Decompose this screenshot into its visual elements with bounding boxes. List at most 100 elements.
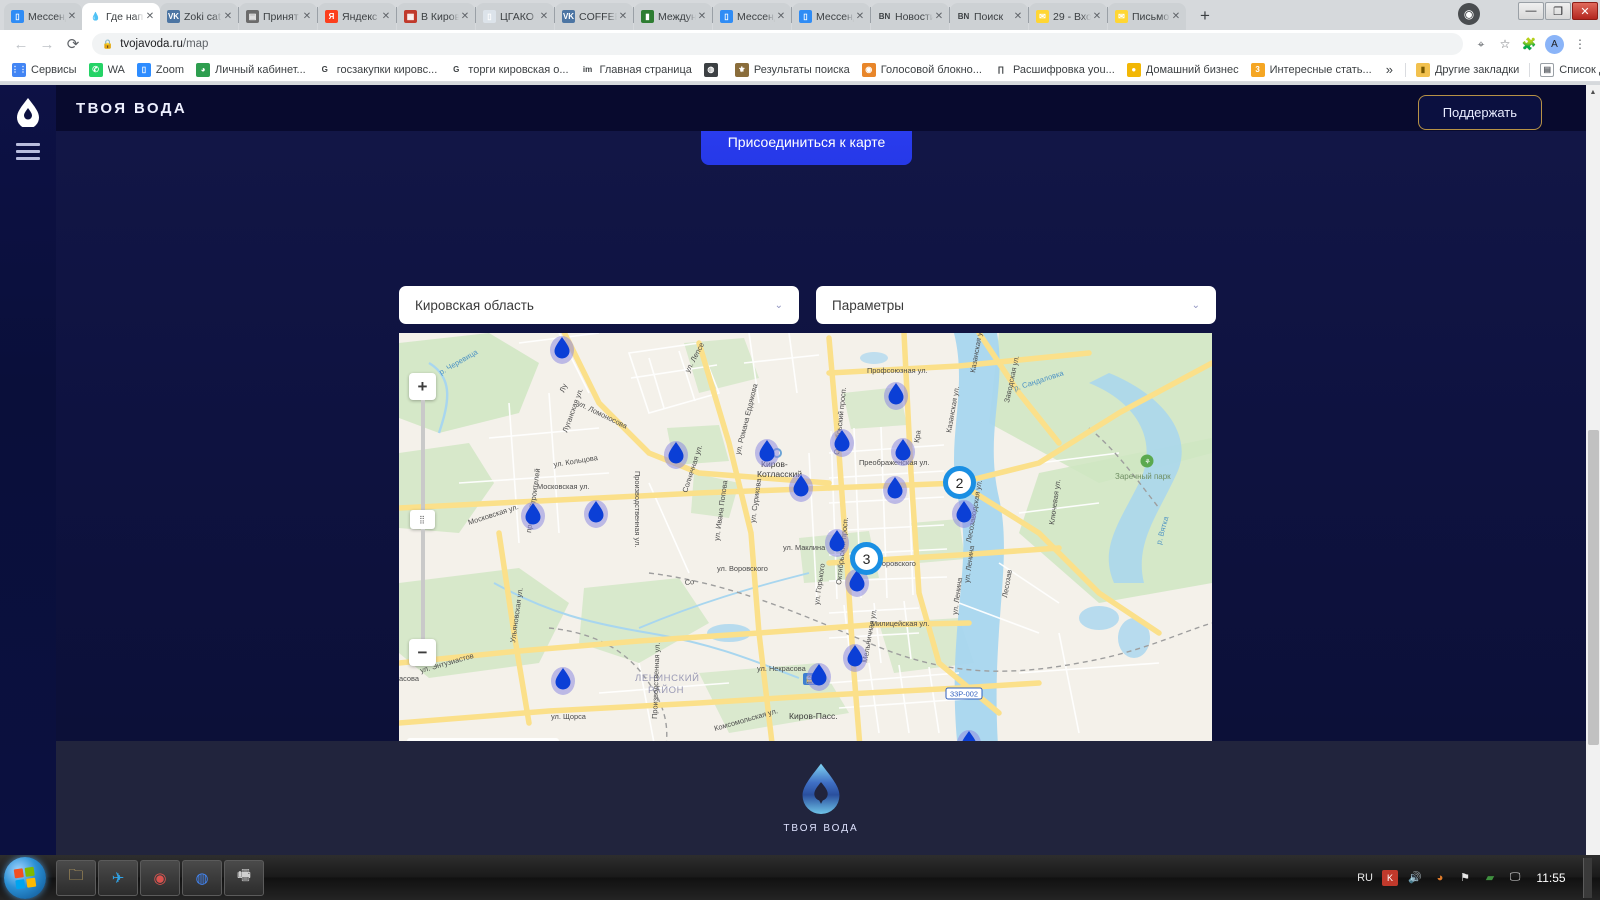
bookmark-item[interactable]: ⚜ Результаты поиска bbox=[729, 60, 856, 80]
show-desktop-button[interactable] bbox=[1583, 857, 1592, 898]
zoom-slider-rail[interactable] bbox=[420, 529, 425, 639]
join-map-button[interactable]: Присоединиться к карте bbox=[701, 131, 912, 165]
water-point-marker[interactable] bbox=[754, 436, 780, 468]
close-button[interactable]: ✕ bbox=[1572, 2, 1598, 20]
support-button[interactable]: Поддержать bbox=[1417, 95, 1542, 130]
tab-close-button[interactable]: ✕ bbox=[66, 11, 78, 23]
zoom-in-button[interactable]: + bbox=[409, 373, 436, 400]
reload-button[interactable]: ⟳ bbox=[60, 31, 86, 57]
scrollbar-thumb[interactable] bbox=[1588, 430, 1599, 745]
water-point-marker[interactable] bbox=[956, 727, 982, 741]
kaspersky-icon[interactable]: K bbox=[1382, 869, 1398, 886]
hamburger-menu-icon[interactable] bbox=[16, 143, 40, 160]
water-point-marker[interactable] bbox=[788, 471, 814, 503]
water-point-marker[interactable] bbox=[890, 435, 916, 467]
bookmarks-overflow-button[interactable]: » bbox=[1378, 62, 1401, 77]
water-point-marker[interactable] bbox=[550, 664, 576, 696]
bookmark-item[interactable]: ● Домашний бизнес bbox=[1121, 60, 1245, 80]
forward-button[interactable]: → bbox=[34, 31, 60, 57]
taskbar-clock[interactable]: 11:55 bbox=[1532, 871, 1570, 885]
language-indicator[interactable]: RU bbox=[1357, 872, 1373, 884]
taskbar-item[interactable]: ✈ bbox=[98, 859, 138, 896]
browser-tab[interactable]: ▯ Мессенд✕ bbox=[4, 3, 82, 30]
parameters-select[interactable]: Параметры ⌄ bbox=[816, 286, 1216, 324]
minimize-button[interactable]: — bbox=[1518, 2, 1544, 20]
bookmark-item[interactable]: ✆ WA bbox=[83, 60, 131, 80]
bookmark-item[interactable]: ◍ bbox=[698, 60, 729, 80]
bookmark-item[interactable]: Gторги кировская о... bbox=[443, 60, 574, 80]
windows-start-orb[interactable] bbox=[4, 856, 46, 899]
chrome-menu-icon[interactable]: ⋮ bbox=[1568, 32, 1592, 56]
water-point-marker[interactable] bbox=[663, 438, 689, 470]
browser-tab[interactable]: ▤ Принят ✕ bbox=[239, 3, 317, 30]
tab-close-button[interactable]: ✕ bbox=[617, 11, 629, 23]
browser-tab[interactable]: Я Яндекс ✕ bbox=[318, 3, 396, 30]
browser-tab[interactable]: VK COFFEE✕ bbox=[555, 3, 633, 30]
browser-tab[interactable]: ▯ Мессенд✕ bbox=[713, 3, 791, 30]
profile-avatar[interactable]: A bbox=[1545, 34, 1564, 54]
region-select[interactable]: Кировская область ⌄ bbox=[399, 286, 799, 324]
volume-icon[interactable]: 🔊 bbox=[1407, 870, 1423, 886]
water-droplet-logo[interactable] bbox=[15, 97, 41, 129]
scroll-up-arrow[interactable]: ▲ bbox=[1586, 85, 1600, 99]
water-point-marker[interactable] bbox=[829, 426, 855, 458]
bookmark-star-icon[interactable]: ☆ bbox=[1493, 32, 1517, 56]
tab-close-button[interactable]: ✕ bbox=[1012, 11, 1024, 23]
zoom-out-button[interactable]: − bbox=[409, 639, 436, 666]
map-zoom-control[interactable]: + ⣿ − bbox=[409, 373, 436, 666]
browser-tab[interactable]: ▯ ЦГАКО - ✕ bbox=[476, 3, 554, 30]
bookmark-item[interactable]: ▯ Zoom bbox=[131, 60, 190, 80]
bookmark-item[interactable]: 3 Интересные стать... bbox=[1245, 60, 1378, 80]
browser-tab[interactable]: ▮ Междун ✕ bbox=[634, 3, 712, 30]
water-point-marker[interactable] bbox=[951, 497, 977, 529]
yandex-map[interactable]: .rd{fill:none;stroke:#ffffff;stroke-widt… bbox=[399, 333, 1212, 741]
browser-tab[interactable]: ▯ Мессенд✕ bbox=[792, 3, 870, 30]
taskbar-item[interactable]: ◉ bbox=[140, 859, 180, 896]
water-point-marker[interactable] bbox=[883, 379, 909, 411]
page-scrollbar[interactable]: ▲ bbox=[1586, 85, 1600, 855]
network-icon[interactable]: ▰ bbox=[1482, 870, 1498, 886]
ruler-grip-icon[interactable]: ⣿ bbox=[410, 510, 435, 529]
bookmark-item[interactable]: im Главная страница bbox=[575, 60, 698, 80]
maximize-button[interactable]: ❐ bbox=[1545, 2, 1571, 20]
bookmark-item[interactable]: ∏ Расшифровка you... bbox=[988, 60, 1121, 80]
tab-close-button[interactable]: ✕ bbox=[222, 11, 234, 23]
browser-tab[interactable]: VK Zoki cat ✕ bbox=[160, 3, 238, 30]
tab-close-button[interactable]: ✕ bbox=[854, 11, 866, 23]
water-point-marker[interactable] bbox=[549, 333, 575, 365]
browser-tab[interactable]: ✉ Письмо ✕ bbox=[1108, 3, 1186, 30]
tab-close-button[interactable]: ✕ bbox=[1170, 11, 1182, 23]
tab-close-button[interactable]: ✕ bbox=[775, 11, 787, 23]
water-point-marker[interactable] bbox=[842, 641, 868, 673]
other-bookmarks-button[interactable]: ▮ Другие закладки bbox=[1410, 60, 1525, 80]
browser-tab[interactable]: 💧 Где напо✕ bbox=[82, 3, 160, 30]
tab-close-button[interactable]: ✕ bbox=[933, 11, 945, 23]
tab-close-button[interactable]: ✕ bbox=[301, 11, 313, 23]
reading-list-button[interactable]: ▤ Список для чтения bbox=[1534, 60, 1600, 80]
tab-close-button[interactable]: ✕ bbox=[459, 11, 471, 23]
map-cluster-marker[interactable]: 2 bbox=[943, 466, 976, 499]
taskbar-item[interactable]: 🖷 bbox=[224, 859, 264, 896]
back-button[interactable]: ← bbox=[8, 31, 34, 57]
water-point-marker[interactable] bbox=[806, 660, 832, 692]
map-cluster-marker[interactable]: 3 bbox=[850, 542, 883, 575]
antivirus-icon[interactable]: ◕ bbox=[1432, 870, 1448, 886]
water-point-marker[interactable] bbox=[882, 473, 908, 505]
browser-tab[interactable]: ▦ В Киров ✕ bbox=[397, 3, 475, 30]
tab-close-button[interactable]: ✕ bbox=[538, 11, 550, 23]
bookmark-item[interactable]: ◕ Личный кабинет... bbox=[190, 60, 312, 80]
browser-tab[interactable]: BN Новости ✕ bbox=[871, 3, 949, 30]
bookmark-item[interactable]: Gгосзакупки кировс... bbox=[312, 60, 444, 80]
tab-close-button[interactable]: ✕ bbox=[1091, 11, 1103, 23]
browser-tab[interactable]: ✉ 29 - Вход✕ bbox=[1029, 3, 1107, 30]
bookmark-item[interactable]: ⋮⋮ Сервисы bbox=[6, 60, 83, 80]
new-tab-button[interactable]: + bbox=[1192, 3, 1218, 29]
water-point-marker[interactable] bbox=[520, 499, 546, 531]
tab-close-button[interactable]: ✕ bbox=[380, 11, 392, 23]
taskbar-item[interactable]: ◍ bbox=[182, 859, 222, 896]
location-icon[interactable]: ⌖ bbox=[1469, 32, 1493, 56]
browser-tab[interactable]: BN Поиск ✕ bbox=[950, 3, 1028, 30]
zoom-slider-rail[interactable] bbox=[420, 400, 425, 510]
flag-error-icon[interactable]: ⚑ bbox=[1457, 870, 1473, 886]
tab-close-button[interactable]: ✕ bbox=[144, 11, 156, 23]
